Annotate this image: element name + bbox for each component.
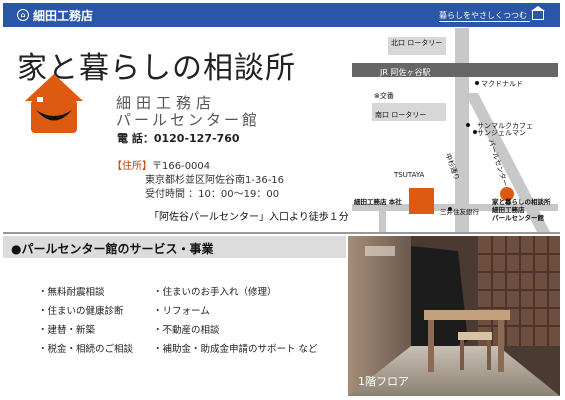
interior-photo [348, 236, 560, 396]
shop-name: 家と暮らしの相談所 [492, 198, 551, 206]
brand-logo-icon: ⌂ [17, 9, 29, 21]
brand-name: 細田工務店 [33, 8, 94, 23]
header-bar: ⌂ 細田工務店 暮らしをやさしくつつむ [3, 3, 560, 27]
tagline-underline [439, 21, 530, 22]
service-item: ・住まいの健康診断 [38, 306, 124, 317]
photo-caption: 1階フロア [358, 375, 409, 388]
house-smile-logo [25, 74, 83, 133]
service-item: ・リフォーム [153, 306, 210, 317]
house-tag-icon [531, 5, 545, 20]
south-rotary-label: 南口 ロータリー [375, 111, 427, 119]
shop-building: パールセンター館 [492, 214, 544, 222]
tel-number: 話：0120-127-760 [131, 132, 240, 145]
access-note: 「阿佐谷パールセンター」入口より徒歩１分 [149, 212, 349, 223]
tel-label: 電 [117, 132, 128, 145]
services-list-left: ・無料耐震相談 ・住まいの健康診断 ・建替・新築 ・税金・相続のご相談 [38, 283, 133, 359]
telephone: 電 話：0120-127-760 [117, 130, 240, 146]
north-rotary-label: 北口 ロータリー [391, 39, 443, 47]
tagline-text: 暮らしをやさしくつつむ [439, 10, 527, 20]
address: 東京都杉並区阿佐谷南1-36-16 [145, 175, 285, 186]
tsutaya-label: TSUTAYA [394, 171, 425, 179]
service-item: ・住まいのお手入れ（修理） [153, 287, 277, 298]
station-label: JR 阿佐ヶ谷駅 [380, 68, 431, 77]
address-block: 【住所】〒166-0004 東京都杉並区阿佐谷南1-36-16 受付時間 ：10… [112, 160, 284, 202]
shop-branch: 細田工務店 [492, 206, 525, 214]
bank-label: 三井住友銀行 [440, 208, 479, 216]
tagline: 暮らしをやさしくつつむ [439, 5, 545, 23]
business-hours: 受付時間 ：10：00～19：00 [145, 189, 280, 200]
police-label: ⊗交番 [374, 92, 394, 100]
postal-code: 〒166-0004 [152, 161, 211, 172]
services-heading: ●パールセンター館のサービス・事業 [11, 242, 214, 256]
sanjie-label: サンジェルマン [477, 129, 526, 137]
section-divider [3, 232, 560, 234]
service-item: ・不動産の相談 [153, 325, 220, 336]
service-item: ・税金・相続のご相談 [38, 344, 134, 355]
hq-label: 細田工務店 本社 [354, 198, 402, 206]
brochure-page: ⌂ 細田工務店 暮らしをやさしくつつむ 家と暮らしの相談所 細田工務店 パールセ… [0, 0, 565, 400]
address-label: 【住所】 [112, 161, 152, 172]
mcdonalds-label: マクドナルド [481, 80, 523, 88]
service-item: ・建替・新築 [38, 325, 96, 336]
services-list-right: ・住まいのお手入れ（修理） ・リフォーム ・不動産の相談 ・補助金・助成金申請の… [153, 283, 318, 359]
office-branch: パールセンター館 [116, 111, 261, 129]
brand: ⌂ 細田工務店 [17, 7, 93, 23]
service-item: ・補助金・助成金申請のサポート など [153, 344, 318, 355]
service-item: ・無料耐震相談 [38, 287, 105, 298]
shop-label: 家と暮らしの相談所 細田工務店 パールセンター館 [492, 198, 551, 222]
